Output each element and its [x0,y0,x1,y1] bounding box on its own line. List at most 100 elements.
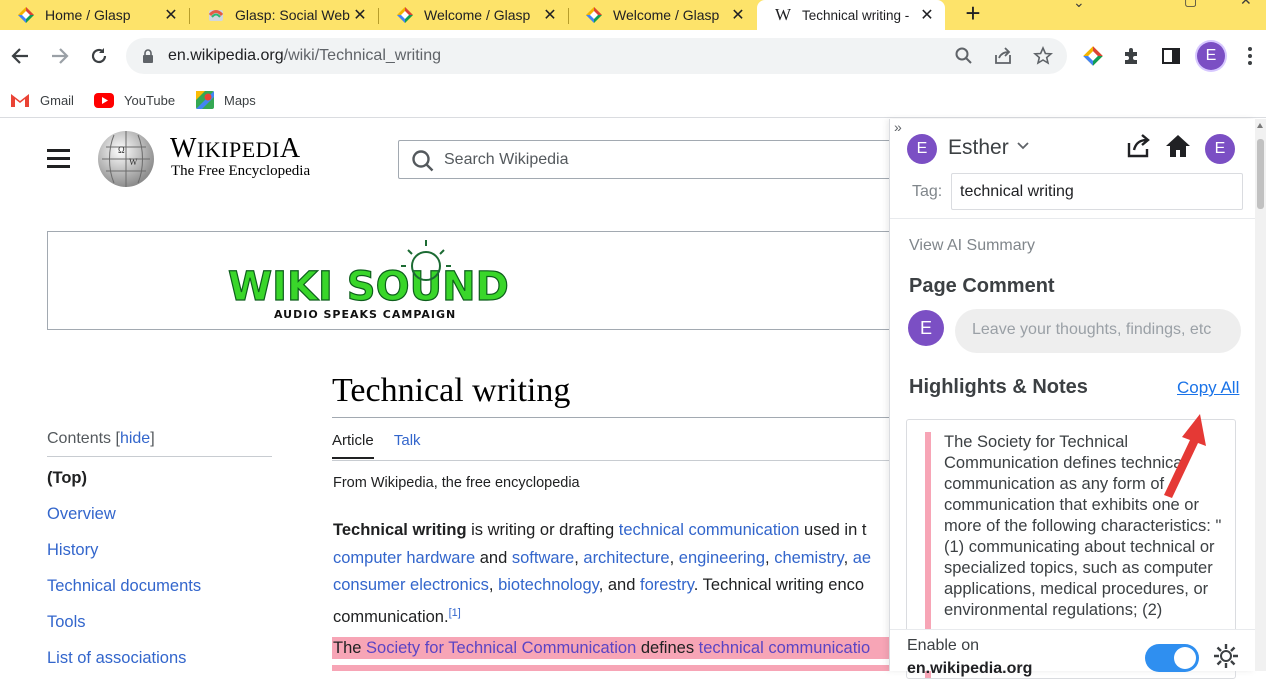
svg-text:Ω: Ω [118,145,125,155]
tab-technical-writing[interactable]: W Technical writing - ✕ [757,0,945,30]
user-name[interactable]: Esther [948,136,1009,160]
link-computer-hardware[interactable]: computer hardware [333,549,475,567]
search-icon [412,150,434,172]
tab-home-glasp[interactable]: Home / Glasp ✕ [0,0,190,30]
tab-welcome-glasp-2[interactable]: Welcome / Glasp ✕ [568,0,756,30]
browser-toolbar: en.wikipedia.org/wiki/Technical_writing … [0,30,1266,82]
bookmark-label: Gmail [40,92,74,108]
link-architecture[interactable]: architecture [583,549,669,567]
citation-link[interactable]: [1] [449,607,461,619]
profile-avatar[interactable]: E [1197,42,1225,70]
search-placeholder: Search Wikipedia [444,151,569,168]
scrollbar-thumb[interactable] [1257,139,1264,209]
link-chemistry[interactable]: chemistry [774,549,843,567]
link-engineering[interactable]: engineering [679,549,765,567]
close-icon[interactable]: ✕ [730,5,746,25]
toc-item-tools[interactable]: Tools [47,611,272,647]
close-icon[interactable]: ✕ [163,5,179,25]
window-close-icon[interactable]: ✕ [1240,0,1252,9]
bookmark-label: Maps [224,92,256,108]
youtube-icon [94,92,114,108]
link-technical-communication-2[interactable]: technical communicatio [699,639,871,657]
link-consumer-electronics[interactable]: consumer electronics [333,576,489,594]
wikipedia-wordmark[interactable]: WIKIPEDIA [170,133,301,165]
share-icon[interactable] [993,46,1013,66]
view-ai-summary-link[interactable]: View AI Summary [909,237,1035,255]
link-aeronautics[interactable]: ae [853,549,871,567]
link-biotechnology[interactable]: biotechnology [498,576,599,594]
chevron-down-icon[interactable] [1016,141,1030,151]
page-scrollbar[interactable] [1255,119,1266,671]
more-menu-icon[interactable] [1244,44,1256,68]
contents-hide-link[interactable]: hide [120,430,150,447]
user-avatar[interactable]: E [907,134,937,164]
tab-talk[interactable]: Talk [394,432,421,457]
article-tabs: Article Talk [332,432,437,459]
zoom-search-icon[interactable] [954,46,974,66]
title-divider [332,417,889,418]
side-panel-icon[interactable] [1158,43,1184,69]
wikipedia-search-input[interactable]: Search Wikipedia [398,140,889,179]
bookmark-gmail[interactable]: Gmail [10,88,74,112]
collapse-sidebar-icon[interactable]: » [894,119,902,135]
maximize-icon[interactable]: ▢ [1184,0,1197,9]
toc-item-top[interactable]: (Top) [47,467,272,503]
page-comment-input[interactable]: Leave your thoughts, findings, etc [955,309,1241,353]
glasp-social-icon [208,10,224,21]
glasp-icon [586,7,602,23]
tabs-divider [332,460,889,461]
wikipedia-globe-icon[interactable]: Ω W [96,129,156,189]
enable-toggle[interactable] [1145,644,1199,672]
home-icon[interactable] [1165,133,1191,159]
page-comment-heading: Page Comment [909,275,1055,297]
toc-item-history[interactable]: History [47,539,272,575]
tab-title: Technical writing - [802,7,910,23]
tab-search-chevron-icon[interactable]: ⌄ [1073,0,1085,11]
lead-text: , [669,548,679,567]
forward-button[interactable] [46,42,74,70]
wiki-sound-banner[interactable]: WIKI SOUND AUDIO SPEAKS CAMPAIGN [47,231,889,330]
banner-title: WIKI SOUND [228,264,509,310]
toc-item-overview[interactable]: Overview [47,503,272,539]
lead-text: communication. [333,608,449,627]
gear-icon[interactable] [1212,642,1240,670]
link-society-technical-communication[interactable]: Society for Technical Communication [366,639,636,657]
glasp-icon [397,7,413,23]
copy-all-link[interactable]: Copy All [1177,378,1239,398]
back-button[interactable] [6,42,34,70]
reload-button[interactable] [85,42,113,70]
extensions-puzzle-icon[interactable] [1119,43,1145,69]
main-menu-icon[interactable] [47,149,70,169]
link-forestry[interactable]: forestry [640,576,694,594]
tab-glasp-social[interactable]: Glasp: Social Web ✕ [190,0,379,30]
glasp-extension-icon[interactable] [1080,43,1106,69]
close-icon[interactable]: ✕ [542,5,558,25]
toc-item-list-of-associations[interactable]: List of associations [47,647,272,671]
bookmarks-bar: Gmail YouTube Maps [0,82,1266,118]
tab-article[interactable]: Article [332,432,374,459]
close-icon[interactable]: ✕ [919,5,935,25]
tab-bar: Home / Glasp ✕ Glasp: Social Web ✕ Welco… [0,0,1266,30]
contents-header: Contents [hide] [47,430,272,457]
article-title: Technical writing [332,372,571,409]
address-bar[interactable]: en.wikipedia.org/wiki/Technical_writing [126,38,1067,74]
bookmark-star-icon[interactable] [1033,46,1053,66]
link-software[interactable]: software [512,549,574,567]
svg-text:W: W [129,157,138,167]
share-out-icon[interactable] [1125,133,1151,159]
toc-item-technical-documents[interactable]: Technical documents [47,575,272,611]
highlighted-sentence[interactable]: The Society for Technical Communication … [332,637,889,659]
bookmark-youtube[interactable]: YouTube [94,88,175,112]
highlight-text: defines [636,639,699,657]
tag-input[interactable] [951,173,1243,210]
close-icon[interactable]: ✕ [352,5,368,25]
new-tab-button[interactable]: + [960,0,986,30]
tab-title: Welcome / Glasp [424,7,531,23]
bookmark-maps[interactable]: Maps [196,88,256,112]
link-technical-communication[interactable]: technical communication [619,521,800,539]
table-of-contents: Contents [hide] (Top) Overview History T… [47,430,272,671]
lead-text: , [843,548,853,567]
tab-welcome-glasp-1[interactable]: Welcome / Glasp ✕ [379,0,569,30]
tab-title: Glasp: Social Web [235,7,350,23]
profile-avatar-small[interactable]: E [1205,134,1235,164]
